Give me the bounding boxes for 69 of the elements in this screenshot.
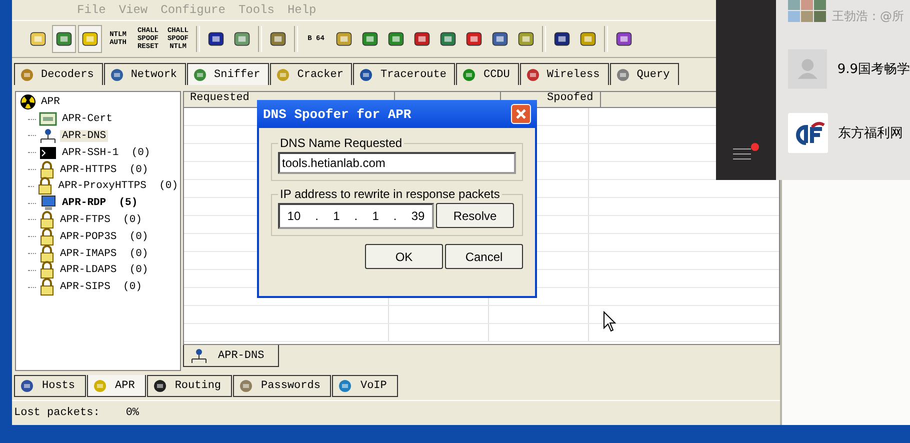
monitor-icon: [39, 195, 57, 212]
tree-item[interactable]: APR-SIPS (0): [58, 281, 144, 294]
avatar-icon: [788, 49, 828, 89]
terminal-icon: [39, 146, 57, 160]
tab[interactable]: APR: [87, 375, 146, 397]
padlock-icon: [39, 160, 55, 179]
tab-icon: [108, 66, 125, 82]
padlock-icon: [39, 278, 55, 296]
toolbar-button[interactable]: [52, 25, 76, 53]
tab[interactable]: Cracker: [270, 63, 352, 85]
ok-button[interactable]: OK: [365, 244, 443, 269]
tab[interactable]: Traceroute: [353, 63, 456, 85]
tab-icon: [275, 66, 292, 82]
tab[interactable]: Hosts: [14, 375, 86, 397]
tab[interactable]: APR-DNS: [183, 345, 280, 367]
padlock-icon: [37, 177, 54, 196]
tab[interactable]: Routing: [146, 375, 232, 397]
status-label: Lost packets:: [14, 407, 100, 419]
network-icon: [190, 348, 208, 364]
tree-item[interactable]: APR-Cert: [60, 113, 114, 126]
tab-icon: [192, 66, 208, 82]
tab[interactable]: Passwords: [233, 375, 332, 397]
dialog-title: DNS Spoofer for APR: [263, 106, 412, 122]
padlock-icon: [39, 228, 55, 246]
certificate-icon: [39, 112, 57, 126]
mouse-pointer-icon: [603, 311, 617, 333]
ip-address-field[interactable]: 10 . 1 . 1 . 39: [278, 203, 434, 229]
input-field[interactable]: tools.hetianlab.com: [278, 152, 516, 174]
tab[interactable]: Wireless: [520, 63, 609, 85]
group-avatar-icon: [788, 0, 826, 22]
tree-item[interactable]: APR-FTPS (0): [58, 214, 144, 226]
tab[interactable]: Network: [104, 63, 186, 85]
tree-item[interactable]: APR-POP3S (0): [58, 230, 150, 243]
status-value: 0%: [126, 407, 140, 419]
radiation-icon: [20, 94, 36, 110]
cancel-button[interactable]: Cancel: [445, 244, 523, 269]
tree-item[interactable]: APR-RDP (5): [60, 197, 140, 210]
message-preview: 王勃浩：@所: [832, 8, 904, 25]
tab[interactable]: Decoders: [14, 63, 103, 85]
tab[interactable]: CCDU: [456, 63, 519, 85]
tab-icon: [461, 66, 478, 82]
padlock-icon: [39, 261, 55, 280]
tree-item[interactable]: APR-ProxyHTTPS (0): [56, 180, 180, 192]
tab-icon: [18, 378, 36, 394]
tab-icon: [524, 66, 541, 82]
toolbar-button[interactable]: [78, 25, 102, 53]
group-label: IP address to rewrite in response packets: [279, 187, 501, 201]
tab-icon: [19, 66, 35, 82]
padlock-icon: [39, 210, 55, 229]
close-button[interactable]: [511, 104, 531, 124]
logo-icon: [788, 113, 828, 153]
chat-name[interactable]: 9.9国考畅学: [837, 60, 910, 78]
chat-name[interactable]: 东方福利网: [838, 124, 903, 142]
tab[interactable]: Sniffer: [187, 63, 270, 85]
tab-icon: [358, 66, 374, 82]
tree-item[interactable]: APR: [39, 96, 62, 108]
tree-item[interactable]: APR-DNS: [60, 130, 108, 142]
tree-item[interactable]: APR-HTTPS (0): [58, 164, 150, 176]
tab-icon: [614, 66, 631, 82]
tab[interactable]: VoIP: [332, 375, 398, 397]
padlock-icon: [39, 244, 55, 263]
resolve-button[interactable]: Resolve: [436, 203, 514, 228]
tree-item[interactable]: APR-SSH-1 (0): [60, 146, 152, 159]
tab[interactable]: Query: [610, 63, 679, 85]
tree-item[interactable]: APR-IMAPS (0): [58, 248, 150, 260]
group-label: DNS Name Requested: [279, 136, 404, 150]
network-icon: [39, 128, 57, 144]
tree-item[interactable]: APR-LDAPS (0): [58, 264, 150, 276]
close-icon: [515, 108, 527, 120]
